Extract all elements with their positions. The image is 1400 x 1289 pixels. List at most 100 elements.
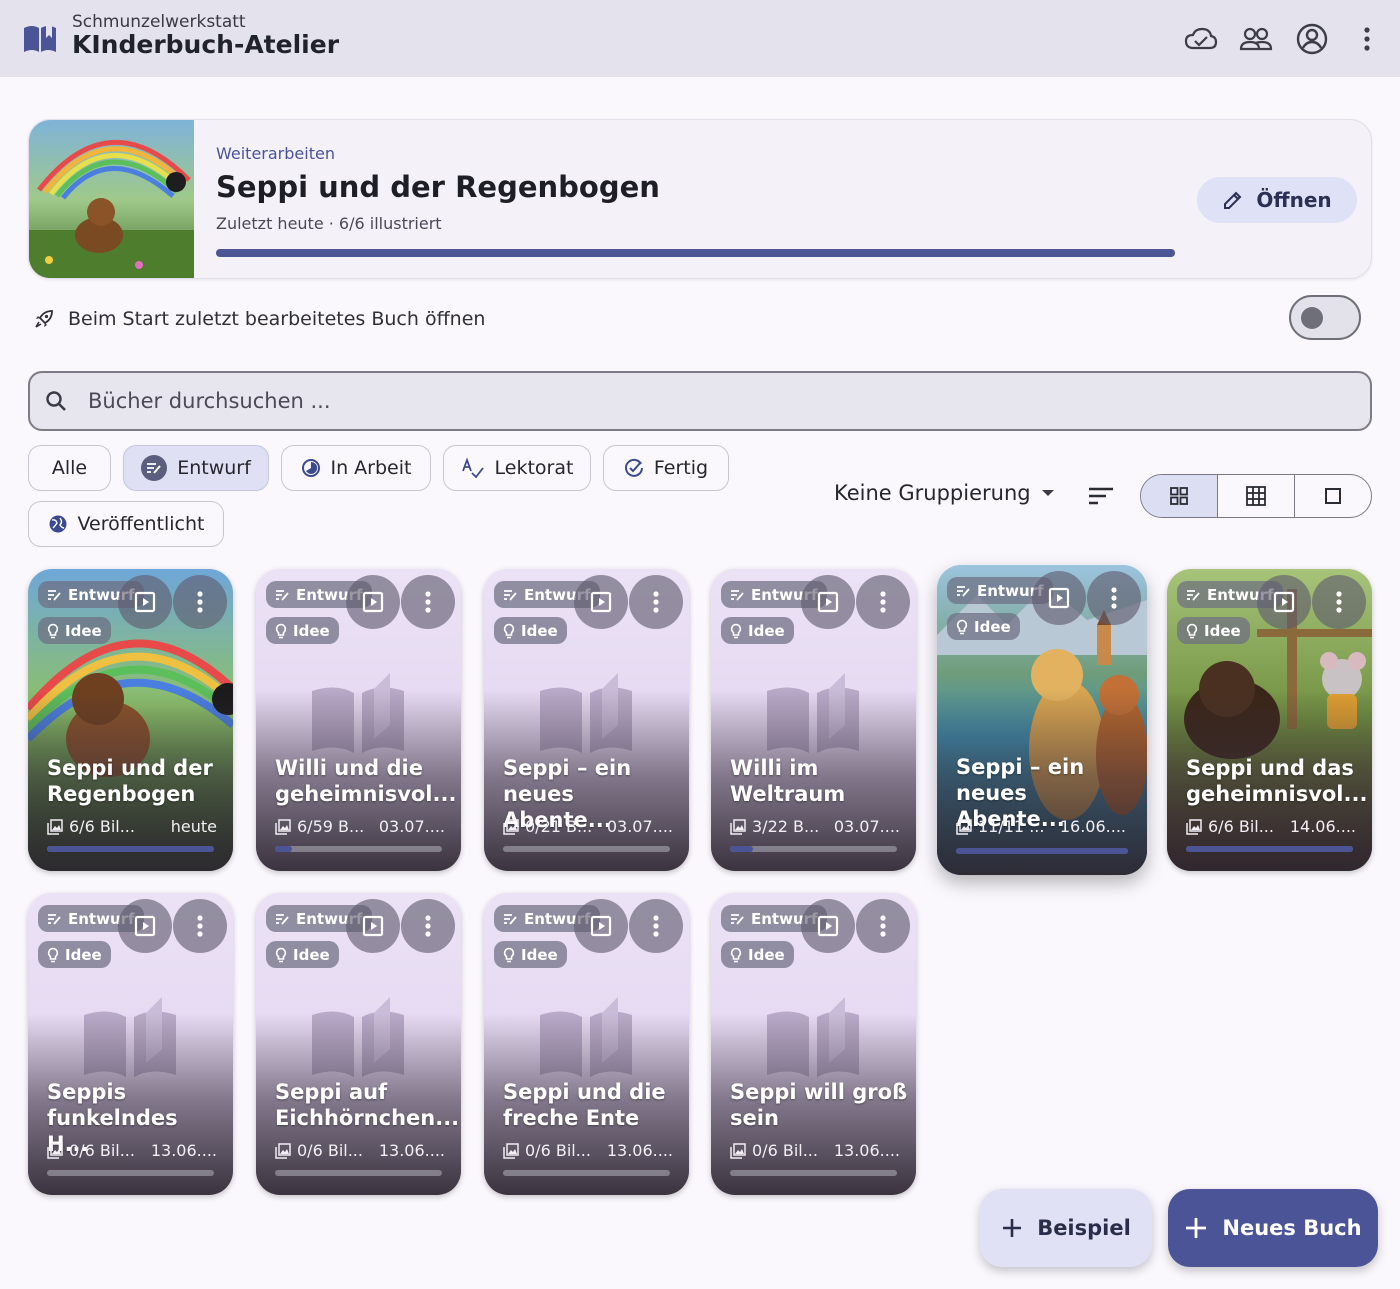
stage-badge: Idee — [494, 941, 567, 968]
book-menu-button[interactable] — [401, 899, 455, 953]
stage-label: Idee — [1204, 621, 1241, 640]
filter-chip-alle[interactable]: Alle — [28, 445, 111, 491]
slideshow-icon — [362, 915, 384, 937]
draft-icon — [1187, 589, 1200, 601]
book-card[interactable]: Entwurf Idee Seppis funkelndes H... 0/6 … — [28, 893, 233, 1195]
image-stack-icon — [47, 818, 63, 835]
filter-chip-in-arbeit[interactable]: In Arbeit — [281, 445, 431, 491]
stage-badge: Idee — [721, 941, 794, 968]
stage-badge: Idee — [38, 617, 111, 644]
book-meta: 3/22 B... 03.07.... — [730, 817, 900, 836]
draft-icon — [504, 913, 517, 925]
draft-icon — [504, 589, 517, 601]
search-icon — [46, 391, 66, 411]
filter-chip-veroeffentlicht[interactable]: Veröffentlicht — [28, 501, 224, 547]
present-button[interactable] — [801, 899, 855, 953]
book-card[interactable]: Entwurf Idee Seppi und der Regenbogen 6/… — [28, 569, 233, 871]
book-progress-bar — [503, 846, 670, 852]
book-card[interactable]: Entwurf Idee Seppi – ein neues Abente...… — [937, 565, 1147, 875]
book-meta: 0/21 B... 03.07.... — [503, 817, 673, 836]
progress-icon — [301, 459, 320, 477]
book-logo-icon — [24, 24, 56, 52]
book-card[interactable]: Entwurf Idee Seppi – ein neues Abente...… — [484, 569, 689, 871]
book-date: 03.07.... — [378, 817, 445, 836]
book-progress-fill — [1186, 846, 1353, 852]
account-icon[interactable] — [1295, 22, 1329, 56]
grouping-dropdown[interactable]: Keine Gruppierung — [834, 481, 1055, 505]
book-progress-fill — [47, 846, 214, 852]
search-input[interactable] — [88, 373, 1358, 429]
globe-icon — [49, 515, 66, 533]
more-vert-icon[interactable] — [1350, 22, 1384, 56]
book-progress-bar — [47, 846, 214, 852]
book-card[interactable]: Entwurf Idee Willi und die geheimnisvol.… — [256, 569, 461, 871]
draft-icon — [731, 913, 744, 925]
book-menu-button[interactable] — [1312, 575, 1366, 629]
book-title: Seppi auf Eichhörnchen... — [275, 1080, 460, 1130]
present-button[interactable] — [1257, 575, 1311, 629]
view-grid-large-button[interactable] — [1141, 475, 1218, 517]
more-vert-icon — [1111, 587, 1117, 609]
book-progress-fill — [730, 846, 754, 852]
present-button[interactable] — [118, 899, 172, 953]
sort-icon[interactable] — [1086, 484, 1116, 508]
add-example-button[interactable]: Beispiel — [980, 1189, 1152, 1267]
image-stack-icon — [275, 1142, 291, 1159]
book-title: Willi im Weltraum — [730, 756, 846, 806]
present-button[interactable] — [1032, 571, 1086, 625]
stage-badge: Idee — [947, 613, 1020, 640]
draft-icon — [48, 589, 61, 601]
filter-chip-lektorat[interactable]: Lektorat — [443, 445, 591, 491]
image-count-label: 0/21 B... — [525, 817, 593, 836]
cloud-sync-icon[interactable] — [1184, 22, 1218, 56]
lightbulb-icon — [503, 623, 515, 638]
book-menu-button[interactable] — [401, 575, 455, 629]
book-menu-button[interactable] — [1087, 571, 1141, 625]
book-menu-button[interactable] — [629, 899, 683, 953]
toggle-knob — [1301, 307, 1323, 329]
plus-icon — [1003, 1219, 1022, 1237]
present-button[interactable] — [346, 899, 400, 953]
stage-label: Idee — [65, 945, 102, 964]
open-button[interactable]: Öffnen — [1197, 177, 1357, 223]
present-button[interactable] — [801, 575, 855, 629]
new-book-button[interactable]: Neues Buch — [1168, 1189, 1378, 1267]
stage-label: Idee — [293, 945, 330, 964]
book-date: 14.06.... — [1289, 817, 1356, 836]
book-meta: 0/6 Bil... 13.06.... — [503, 1141, 673, 1160]
startup-toggle[interactable] — [1289, 295, 1361, 340]
view-single-button[interactable] — [1295, 475, 1371, 517]
people-icon[interactable] — [1239, 22, 1273, 56]
filter-chip-fertig[interactable]: Fertig — [603, 445, 729, 491]
book-card[interactable]: Entwurf Idee Seppi will groß sein 0/6 Bi… — [711, 893, 916, 1195]
filter-chip-entwurf[interactable]: Entwurf — [123, 445, 269, 491]
slideshow-icon — [1048, 587, 1070, 609]
book-menu-button[interactable] — [173, 899, 227, 953]
stage-label: Idee — [521, 621, 558, 640]
lightbulb-icon — [503, 947, 515, 962]
continue-card[interactable]: Weiterarbeiten Seppi und der Regenbogen … — [28, 119, 1372, 279]
image-count-label: 0/6 Bil... — [525, 1141, 591, 1160]
lightbulb-icon — [1186, 623, 1198, 638]
stage-badge: Idee — [494, 617, 567, 644]
present-button[interactable] — [574, 899, 628, 953]
book-card[interactable]: Entwurf Idee Seppi auf Eichhörnchen... 0… — [256, 893, 461, 1195]
check-circle-icon — [624, 458, 643, 477]
book-menu-button[interactable] — [856, 899, 910, 953]
book-card[interactable]: Entwurf Idee Seppi und die freche Ente 0… — [484, 893, 689, 1195]
book-meta: 0/6 Bil... 13.06.... — [47, 1141, 217, 1160]
slideshow-icon — [134, 915, 156, 937]
lightbulb-icon — [47, 947, 59, 962]
present-button[interactable] — [346, 575, 400, 629]
book-menu-button[interactable] — [173, 575, 227, 629]
book-menu-button[interactable] — [629, 575, 683, 629]
book-date: 13.06.... — [378, 1141, 445, 1160]
book-menu-button[interactable] — [856, 575, 910, 629]
more-vert-icon — [425, 915, 431, 937]
present-button[interactable] — [118, 575, 172, 629]
book-card[interactable]: Entwurf Idee Willi im Weltraum 3/22 B...… — [711, 569, 916, 871]
search-bar[interactable] — [28, 371, 1372, 431]
present-button[interactable] — [574, 575, 628, 629]
book-card[interactable]: Entwurf Idee Seppi und das geheimnisvol.… — [1167, 569, 1372, 871]
view-grid-small-button[interactable] — [1218, 475, 1295, 517]
